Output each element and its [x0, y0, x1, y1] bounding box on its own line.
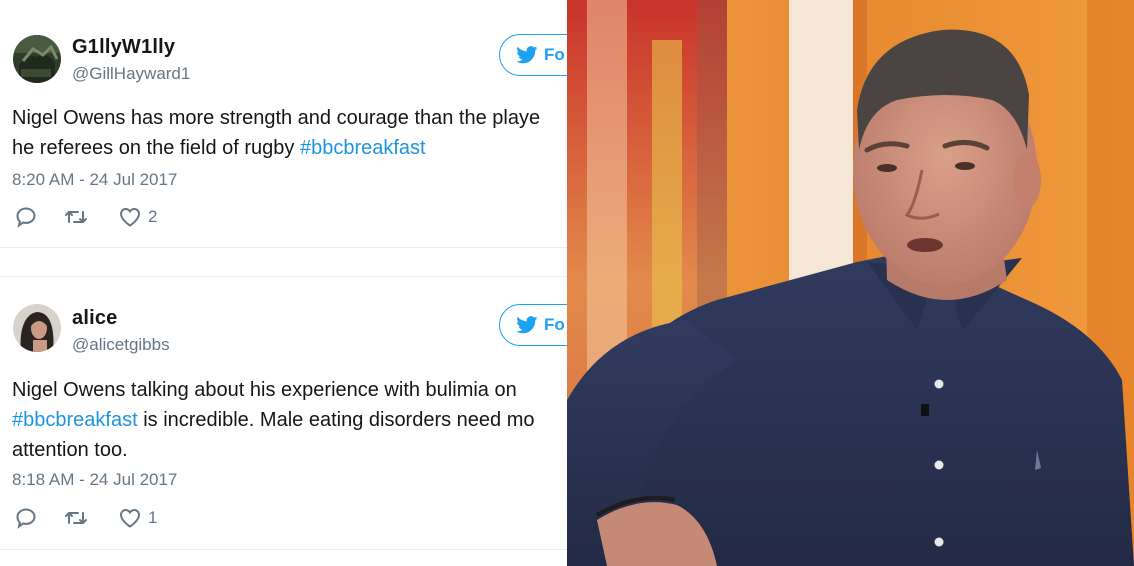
tweet-text-line: he referees on the field of rugby #bbcbr… [12, 133, 567, 163]
follow-button[interactable]: Fo [499, 304, 567, 346]
tweet-text-line: Nigel Owens has more strength and courag… [12, 107, 541, 129]
studio-photo [567, 0, 1134, 566]
studio-photo-illustration [567, 0, 1134, 566]
follow-button[interactable]: Fo [499, 34, 567, 76]
tweet-text-plain: he referees on the field of rugby [12, 137, 300, 159]
tweets-panel: G1llyW1lly @GillHayward1 Fo Nigel Owens … [0, 0, 567, 566]
tweet-text-line: #bbcbreakfast is incredible. Male eating… [12, 405, 567, 435]
reply-icon[interactable] [14, 506, 38, 530]
avatar[interactable] [13, 35, 61, 83]
tweet-text: Nigel Owens has more strength and courag… [12, 103, 567, 163]
tweet-card[interactable]: alice @alicetgibbs Fo Nigel Owens talkin… [0, 276, 567, 550]
tweet-actions: 2 [14, 205, 157, 229]
like-count: 2 [148, 207, 158, 226]
retweet-icon[interactable] [64, 205, 88, 229]
retweet-icon[interactable] [64, 506, 88, 530]
tweet-text-line: Nigel Owens talking about his experience… [12, 379, 517, 401]
user-handle[interactable]: @GillHayward1 [72, 64, 190, 84]
twitter-bird-icon [516, 316, 538, 334]
avatar[interactable] [13, 304, 61, 352]
tweet-text-plain: is incredible. Male eating disorders nee… [137, 409, 535, 431]
follow-label: Fo [544, 315, 565, 334]
timestamp[interactable]: 8:20 AM - 24 Jul 2017 [12, 170, 177, 190]
like-button[interactable]: 1 [118, 506, 157, 530]
like-count: 1 [148, 508, 158, 527]
like-icon[interactable] [118, 205, 142, 229]
display-name[interactable]: G1llyW1lly [72, 36, 175, 59]
hashtag-link[interactable]: #bbcbreakfast [300, 137, 426, 159]
tweet-actions: 1 [14, 506, 157, 530]
tweet-card[interactable]: G1llyW1lly @GillHayward1 Fo Nigel Owens … [0, 4, 567, 248]
display-name[interactable]: alice [72, 307, 117, 330]
reply-icon[interactable] [14, 205, 38, 229]
user-handle[interactable]: @alicetgibbs [72, 335, 170, 355]
timestamp[interactable]: 8:18 AM - 24 Jul 2017 [12, 470, 177, 490]
like-button[interactable]: 2 [118, 205, 157, 229]
twitter-bird-icon [516, 46, 538, 64]
tweet-text-line: attention too. [12, 439, 128, 461]
like-icon[interactable] [118, 506, 142, 530]
hashtag-link[interactable]: #bbcbreakfast [12, 409, 138, 431]
tweet-text: Nigel Owens talking about his experience… [12, 375, 567, 465]
follow-label: Fo [544, 45, 565, 64]
